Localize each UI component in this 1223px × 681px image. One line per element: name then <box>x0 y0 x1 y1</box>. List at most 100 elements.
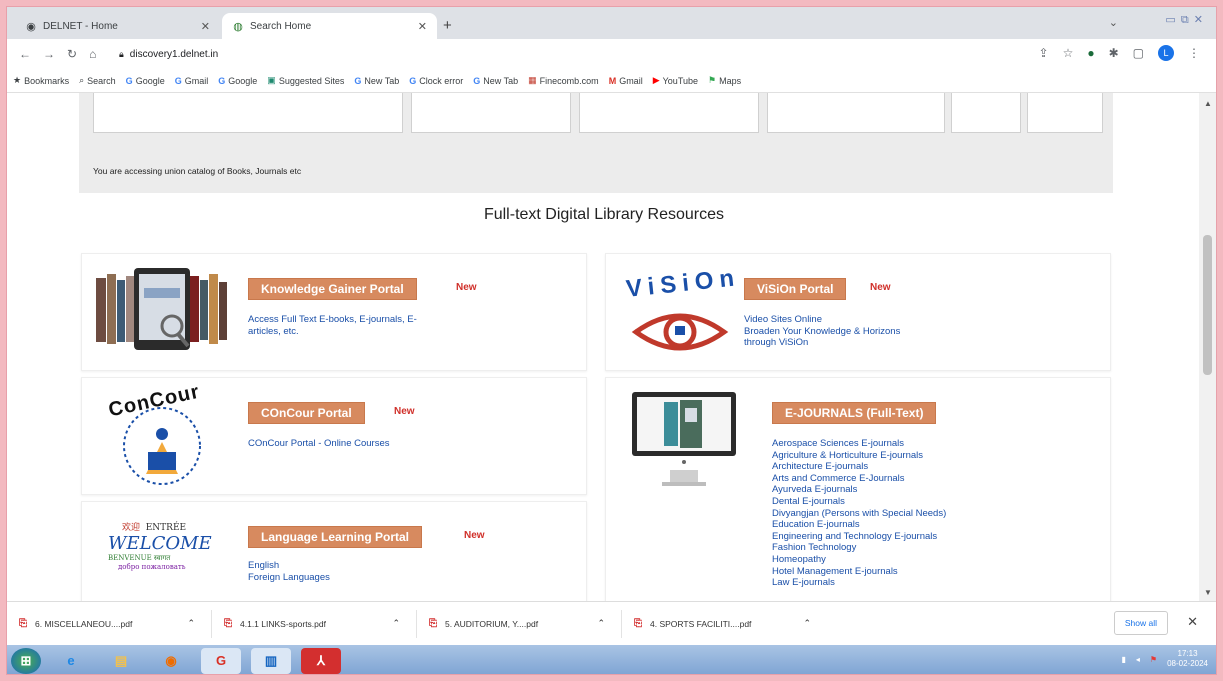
bookmark-item[interactable]: ▣ Suggested Sites <box>267 75 344 86</box>
share-icon[interactable]: ⇪ <box>1039 46 1049 60</box>
bookmark-item[interactable]: M Gmail <box>609 76 643 86</box>
ejournal-link[interactable]: Homeopathy <box>772 554 946 566</box>
media-player-icon[interactable]: ◉ <box>151 648 191 674</box>
system-tray: ▮ ◂ ⚑ 17:13 08-02-2024 <box>1121 649 1208 669</box>
concour-description[interactable]: COnCour Portal - Online Courses <box>248 438 390 450</box>
clock[interactable]: 17:13 08-02-2024 <box>1167 649 1208 669</box>
new-badge: New <box>464 530 485 541</box>
foreign-languages-link[interactable]: Foreign Languages <box>248 572 330 584</box>
bookmark-item[interactable]: ⌕ Search <box>79 75 116 86</box>
language-learning-card: 欢迎 ENTRÉE WELCOME BENVENUE स्वागत добро … <box>81 501 587 601</box>
home-icon[interactable]: ⌂ <box>89 47 96 61</box>
ejournal-link[interactable]: Ayurveda E-journals <box>772 484 946 496</box>
ejournal-link[interactable]: Law E-journals <box>772 577 946 589</box>
bookmark-star-icon[interactable]: ☆ <box>1063 46 1074 60</box>
puzzle-icon[interactable]: ✱ <box>1109 46 1119 60</box>
download-item[interactable]: ⎘ 4. SPORTS FACILITI....pdf ⌃ <box>622 610 827 638</box>
file-explorer-icon[interactable]: ▤ <box>101 648 141 674</box>
bookmark-item[interactable]: ★ Bookmarks <box>13 75 69 86</box>
bookmark-item[interactable]: G Google <box>218 76 257 86</box>
acrobat-pdf-icon[interactable]: ⅄ <box>301 647 341 674</box>
language-learning-links: English Foreign Languages <box>248 560 330 583</box>
ejournal-link[interactable]: Fashion Technology <box>772 542 946 554</box>
downloads-bar: ⎘ 6. MISCELLANEOU....pdf ⌃ ⎘ 4.1.1 LINKS… <box>7 601 1216 645</box>
close-icon[interactable]: ✕ <box>201 20 210 33</box>
bookmark-item[interactable]: G New Tab <box>354 76 399 86</box>
bookmark-item[interactable]: G Google <box>126 76 165 86</box>
forward-arrow-icon[interactable]: → <box>43 47 55 61</box>
start-button[interactable]: ⊞ <box>11 647 41 674</box>
bookmark-item[interactable]: G Clock error <box>409 76 463 86</box>
network-icon[interactable]: ▮ <box>1121 655 1125 664</box>
address-bar[interactable]: 🔒︎ discovery1.delnet.in <box>119 43 999 65</box>
download-item[interactable]: ⎘ 5. AUDITORIUM, Y....pdf ⌃ <box>417 609 622 638</box>
window-controls[interactable]: ▭ ⧉ ✕ <box>1165 13 1204 27</box>
close-icon[interactable]: ✕ <box>418 20 427 33</box>
ejournal-link[interactable]: Engineering and Technology E-journals <box>772 531 946 543</box>
ejournal-link[interactable]: Divyangjan (Persons with Special Needs) <box>772 508 946 520</box>
tab-delnet-home[interactable]: ◉ DELNET - Home ✕ <box>15 13 220 39</box>
download-item[interactable]: ⎘ 6. MISCELLANEOU....pdf ⌃ <box>7 609 212 638</box>
collection-select[interactable] <box>579 93 759 133</box>
bookmark-item[interactable]: ▦ Finecomb.com <box>528 75 599 86</box>
tab-search-chevron-icon[interactable]: ⌄ <box>1109 16 1118 29</box>
language-learning-portal-button[interactable]: Language Learning Portal <box>248 526 423 548</box>
bookmark-item[interactable]: ⚑ Maps <box>708 75 741 86</box>
sidepanel-icon[interactable]: ▢ <box>1133 46 1144 60</box>
close-icon[interactable]: ✕ <box>1187 614 1198 630</box>
internet-explorer-icon[interactable]: e <box>51 648 91 674</box>
back-arrow-icon[interactable]: ← <box>19 47 31 61</box>
ejournal-link[interactable]: Hotel Management E-journals <box>772 566 946 578</box>
ejournal-link[interactable]: Dental E-journals <box>772 496 946 508</box>
library-select[interactable] <box>767 93 945 133</box>
bookmark-item[interactable]: G Gmail <box>175 76 209 86</box>
extension-icon[interactable]: ● <box>1087 46 1094 60</box>
scroll-thumb[interactable] <box>1203 235 1212 375</box>
scroll-down-arrow-icon[interactable]: ▼ <box>1204 588 1212 597</box>
scroll-up-arrow-icon[interactable]: ▲ <box>1204 99 1212 108</box>
download-item[interactable]: ⎘ 4.1.1 LINKS-sports.pdf ⌃ <box>212 609 417 638</box>
ejournal-link[interactable]: Architecture E-journals <box>772 461 946 473</box>
chevron-up-icon[interactable]: ⌃ <box>803 618 811 629</box>
advanced-button[interactable] <box>1027 93 1103 133</box>
field-select[interactable] <box>411 93 571 133</box>
ejournal-link[interactable]: Arts and Commerce E-Journals <box>772 473 946 485</box>
tab-title: DELNET - Home <box>43 20 118 32</box>
url-text: discovery1.delnet.in <box>129 48 219 60</box>
ejournal-link[interactable]: Education E-journals <box>772 519 946 531</box>
chevron-up-icon[interactable]: ⌃ <box>597 618 605 629</box>
vision-description[interactable]: Video Sites Online Broaden Your Knowledg… <box>744 314 900 349</box>
reload-icon[interactable]: ↻ <box>67 47 77 61</box>
chrome-icon[interactable]: G <box>201 647 241 674</box>
flag-icon[interactable]: ⚑ <box>1150 655 1157 664</box>
chevron-up-icon[interactable]: ⌃ <box>392 618 400 629</box>
english-link[interactable]: English <box>248 560 330 572</box>
knowledge-gainer-description[interactable]: Access Full Text E-books, E-journals, E-… <box>248 314 417 337</box>
ejournals-button[interactable]: E-JOURNALS (Full-Text) <box>772 402 937 424</box>
profile-avatar[interactable]: L <box>1158 45 1174 61</box>
new-tab-button[interactable]: + <box>443 17 452 34</box>
chevron-up-icon[interactable]: ⌃ <box>187 618 195 629</box>
bookmark-item[interactable]: G New Tab <box>473 76 518 86</box>
page-scrollbar[interactable]: ▲ ▼ <box>1199 93 1216 601</box>
show-all-button[interactable]: Show all <box>1113 611 1168 635</box>
vision-portal-button[interactable]: ViSiOn Portal <box>744 278 847 300</box>
search-icon: ⌕ <box>79 75 85 85</box>
star-icon: ★ <box>13 75 22 85</box>
ejournal-link[interactable]: Aerospace Sciences E-journals <box>772 438 946 450</box>
browser-toolbar: ← → ↻ ⌂ 🔒︎ discovery1.delnet.in ⇪ ☆ ● ✱ … <box>7 39 1216 69</box>
search-input[interactable] <box>93 93 403 133</box>
windows-taskbar: ⊞ e ▤ ◉ G ▥ ⅄ ▮ ◂ ⚑ 17:13 08-02-2024 <box>7 645 1216 674</box>
google-icon: G <box>174 75 182 86</box>
menu-icon[interactable]: ⋮ <box>1188 46 1200 60</box>
site-icon: ▦ <box>528 75 537 85</box>
tab-search-home[interactable]: ◍ Search Home ✕ <box>222 13 437 39</box>
volume-icon[interactable]: ◂ <box>1136 655 1140 664</box>
bookmark-item[interactable]: ▶ YouTube <box>653 75 698 86</box>
document-app-icon[interactable]: ▥ <box>251 647 291 674</box>
concour-portal-button[interactable]: COnCour Portal <box>248 402 365 424</box>
ejournal-link[interactable]: Agriculture & Horticulture E-journals <box>772 450 946 462</box>
knowledge-gainer-portal-button[interactable]: Knowledge Gainer Portal <box>248 278 417 300</box>
find-button[interactable] <box>951 93 1021 133</box>
search-favicon: ◍ <box>233 20 243 33</box>
